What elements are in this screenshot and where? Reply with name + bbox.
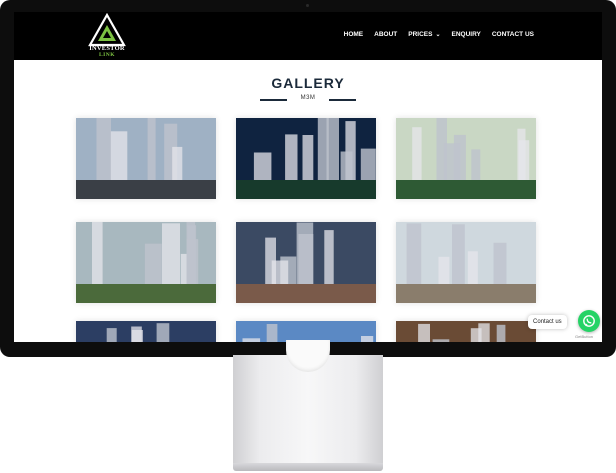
- stand-base: [233, 463, 383, 471]
- chevron-down-icon: ⌄: [435, 32, 441, 38]
- triangle-logo-icon: [88, 13, 126, 47]
- nav-home[interactable]: HOME: [344, 31, 364, 38]
- nav-enquiry[interactable]: ENQUIRY: [451, 31, 480, 38]
- whatsapp-contact-button[interactable]: [578, 310, 600, 332]
- nav-contact-label: CONTACT US: [491, 31, 534, 38]
- main-nav: HOME ABOUT PRICES ⌄ ENQUIRY CONTACT US: [333, 31, 534, 38]
- investor-link-logo[interactable]: INVESTOR LINK: [84, 13, 130, 59]
- nav-prices[interactable]: PRICES ⌄: [408, 31, 440, 38]
- logo-text-line2: LINK: [98, 52, 116, 58]
- photo-image: [396, 321, 536, 342]
- contact-us-bubble[interactable]: Contact us: [528, 315, 567, 329]
- gallery-photo-fountain-plaza[interactable]: [76, 222, 216, 303]
- gallery-subtitle: M3M: [300, 95, 316, 101]
- divider: [260, 99, 287, 101]
- gallery-photo-poolside-towers-sunset[interactable]: [396, 118, 536, 199]
- nav-about[interactable]: ABOUT: [374, 31, 397, 38]
- monitor-bezel: INVESTOR LINK HOME ABOUT PRICES ⌄ ENQUIRY…: [0, 0, 616, 357]
- gallery-photo-tower-sky-view[interactable]: [236, 321, 376, 342]
- gallery-title: GALLERY: [271, 75, 345, 91]
- website-screen: INVESTOR LINK HOME ABOUT PRICES ⌄ ENQUIRY…: [14, 12, 602, 342]
- nav-contact-us[interactable]: CONTACT US: [492, 31, 534, 38]
- photo-image: [76, 118, 216, 199]
- photo-image: [396, 222, 536, 303]
- photo-image: [76, 222, 216, 303]
- photo-image: [236, 222, 376, 303]
- photo-image: [236, 118, 376, 199]
- nav-prices-label: PRICES: [408, 31, 433, 38]
- nav-about-label: ABOUT: [374, 31, 398, 38]
- gallery-photo-mall-interior[interactable]: [396, 321, 536, 342]
- photo-image: [76, 321, 216, 342]
- site-header: INVESTOR LINK HOME ABOUT PRICES ⌄ ENQUIRY…: [14, 12, 602, 60]
- getbutton-credit: GetButton: [575, 334, 594, 339]
- gallery-photo-retail-atrium[interactable]: [236, 222, 376, 303]
- nav-home-label: HOME: [343, 31, 364, 38]
- nav-enquiry-label: ENQUIRY: [451, 31, 481, 38]
- chat-icon: [583, 315, 595, 327]
- gallery-photo-tower-cluster-dusk[interactable]: [76, 118, 216, 199]
- photo-image: [396, 118, 536, 199]
- photo-image: [236, 321, 376, 342]
- gallery-photo-skyline-evening[interactable]: [76, 321, 216, 342]
- divider: [329, 99, 356, 101]
- gallery-photo-shopping-promenade[interactable]: [396, 222, 536, 303]
- gallery-subtitle-row: M3M: [260, 95, 356, 105]
- gallery-photo-aerial-towers-night[interactable]: [236, 118, 376, 199]
- camera-icon: [306, 4, 309, 7]
